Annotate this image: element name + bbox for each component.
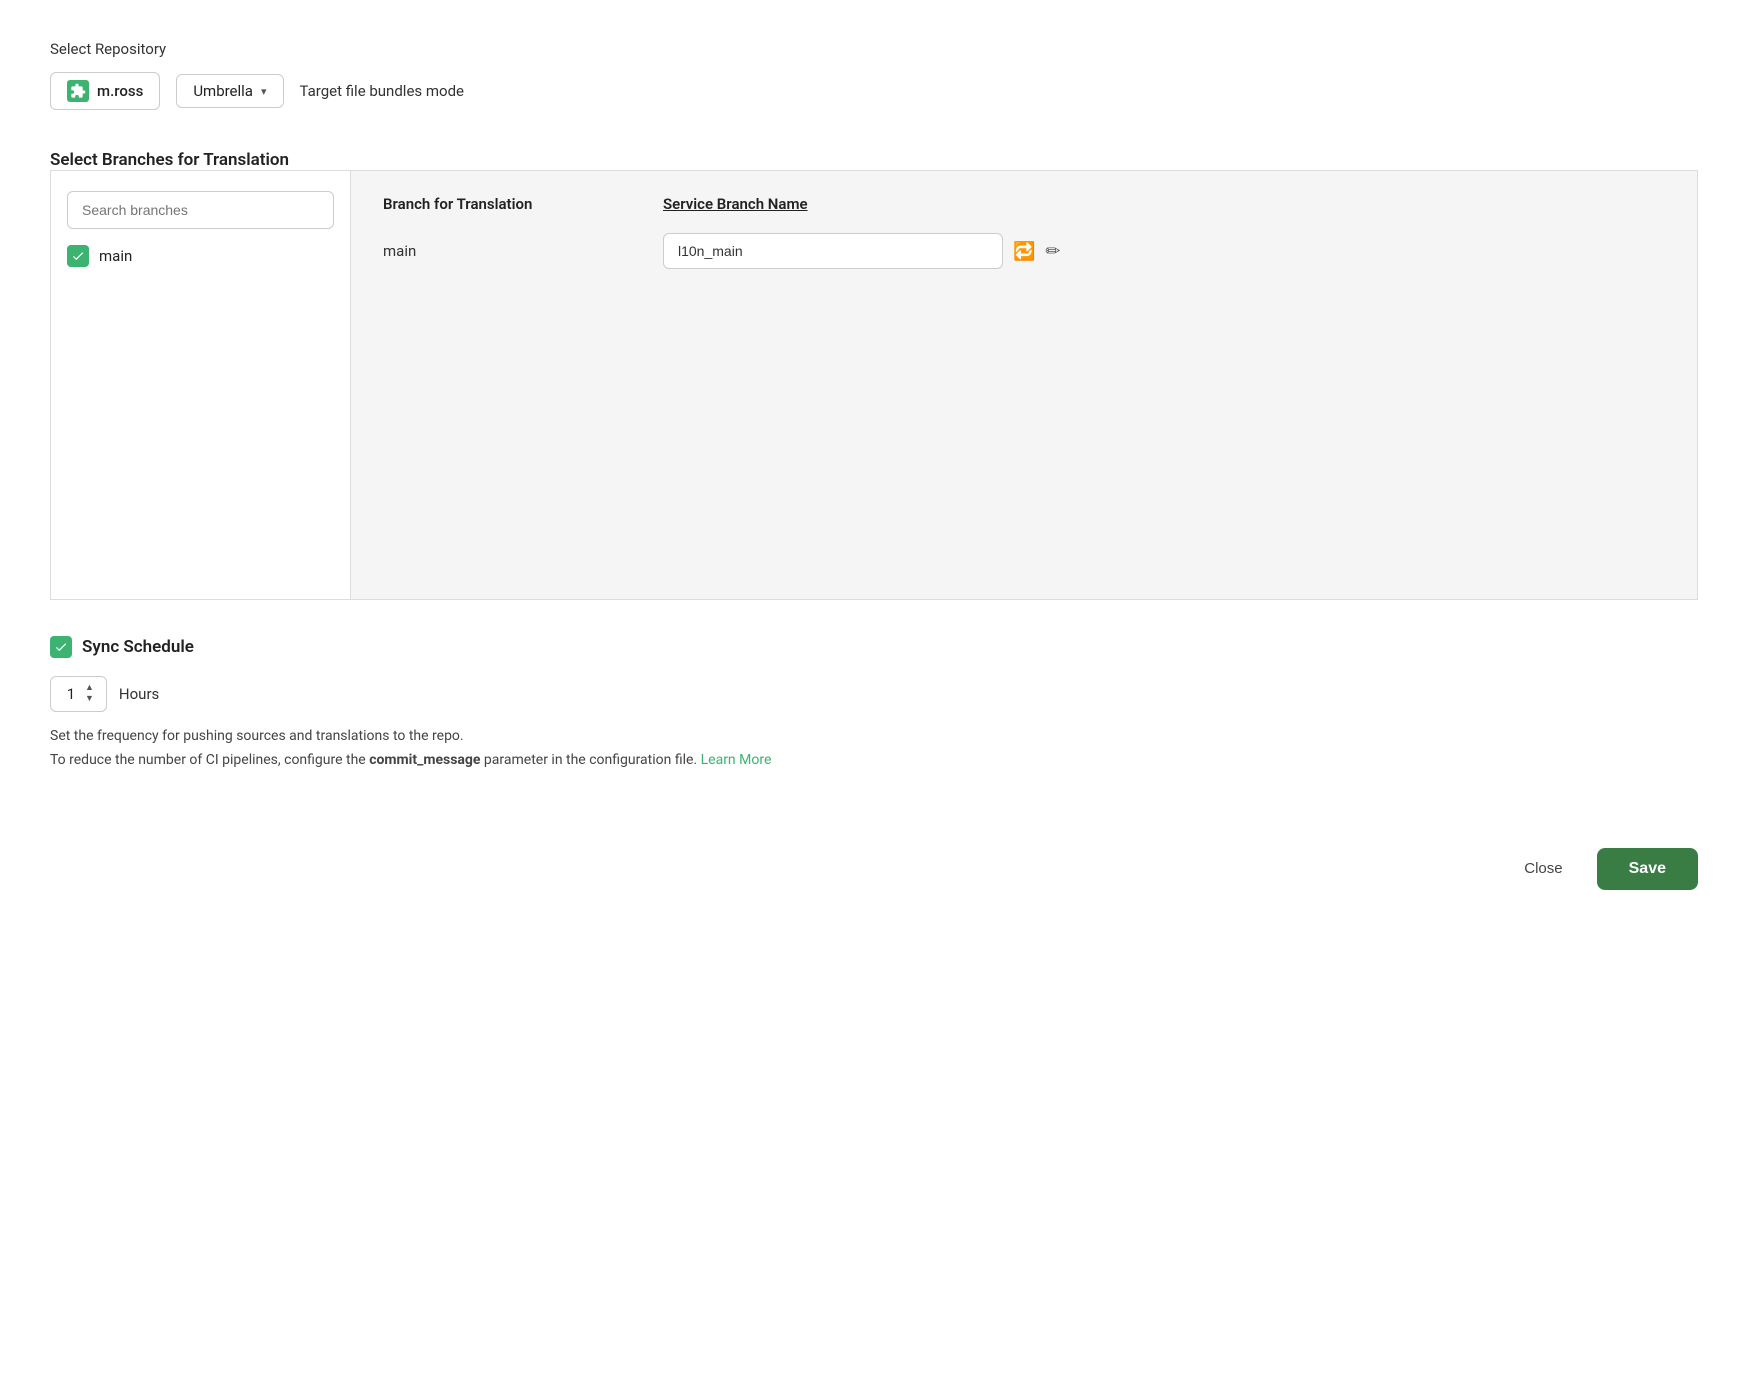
service-branch-input[interactable] [663,233,1003,269]
dropdown-label: Umbrella [193,82,253,100]
repo-name: m.ross [97,82,143,100]
sync-schedule-label: Sync Schedule [82,637,194,657]
col-header-branch-for-translation: Branch for Translation [383,195,663,213]
col-header-service-branch-name[interactable]: Service Branch Name [663,195,1665,213]
spinner-arrows[interactable]: ▲ ▼ [85,683,94,705]
learn-more-link[interactable]: Learn More [701,752,772,768]
description-suffix: parameter in the configuration file. [480,752,697,768]
close-button[interactable]: Close [1506,850,1580,887]
list-item[interactable]: main [67,245,334,267]
umbrella-dropdown[interactable]: Umbrella ▾ [176,74,283,108]
chevron-down-icon: ▾ [261,85,267,98]
description-line-1: Set the frequency for pushing sources an… [50,728,1698,744]
branches-panel: main Branch for Translation Service Bran… [50,170,1698,600]
hours-spinner[interactable]: 1 ▲ ▼ [50,676,107,712]
branches-right-panel: Branch for Translation Service Branch Na… [351,171,1697,599]
hours-value: 1 [63,685,79,703]
branch-for-translation-cell: main [383,242,663,260]
edit-icon[interactable]: ✏ [1045,241,1060,262]
puzzle-icon [67,80,89,102]
mode-text: Target file bundles mode [300,82,465,100]
branch-name-main: main [99,247,132,265]
repo-badge[interactable]: m.ross [50,72,160,110]
branch-checkbox-main[interactable] [67,245,89,267]
branches-section: Select Branches for Translation main Bra… [50,150,1698,600]
sync-schedule-checkbox[interactable] [50,636,72,658]
repository-row: m.ross Umbrella ▾ Target file bundles mo… [50,72,1698,110]
description-bold: commit_message [369,752,480,768]
spinner-up-arrow[interactable]: ▲ [85,683,94,694]
spinner-down-arrow[interactable]: ▼ [85,694,94,705]
table-row: main 🔁 ✏ [383,233,1665,269]
description-line-2: To reduce the number of CI pipelines, co… [50,752,1698,768]
save-button[interactable]: Save [1597,848,1698,890]
sync-warning-icon[interactable]: 🔁 [1013,241,1035,262]
hours-row: 1 ▲ ▼ Hours [50,676,1698,712]
hours-label: Hours [119,685,159,703]
footer-row: Close Save [50,848,1698,890]
search-branches-input[interactable] [67,191,334,229]
service-branch-cell: 🔁 ✏ [663,233,1665,269]
sync-schedule-header: Sync Schedule [50,636,1698,658]
sync-schedule-section: Sync Schedule 1 ▲ ▼ Hours Set the freque… [50,636,1698,768]
description-prefix: To reduce the number of CI pipelines, co… [50,752,369,768]
select-repository-label: Select Repository [50,40,1698,58]
select-repository-section: Select Repository m.ross Umbrella ▾ Targ… [50,40,1698,110]
branches-left-panel: main [51,171,351,599]
branches-section-title: Select Branches for Translation [50,150,1698,170]
branches-table-header: Branch for Translation Service Branch Na… [383,195,1665,213]
